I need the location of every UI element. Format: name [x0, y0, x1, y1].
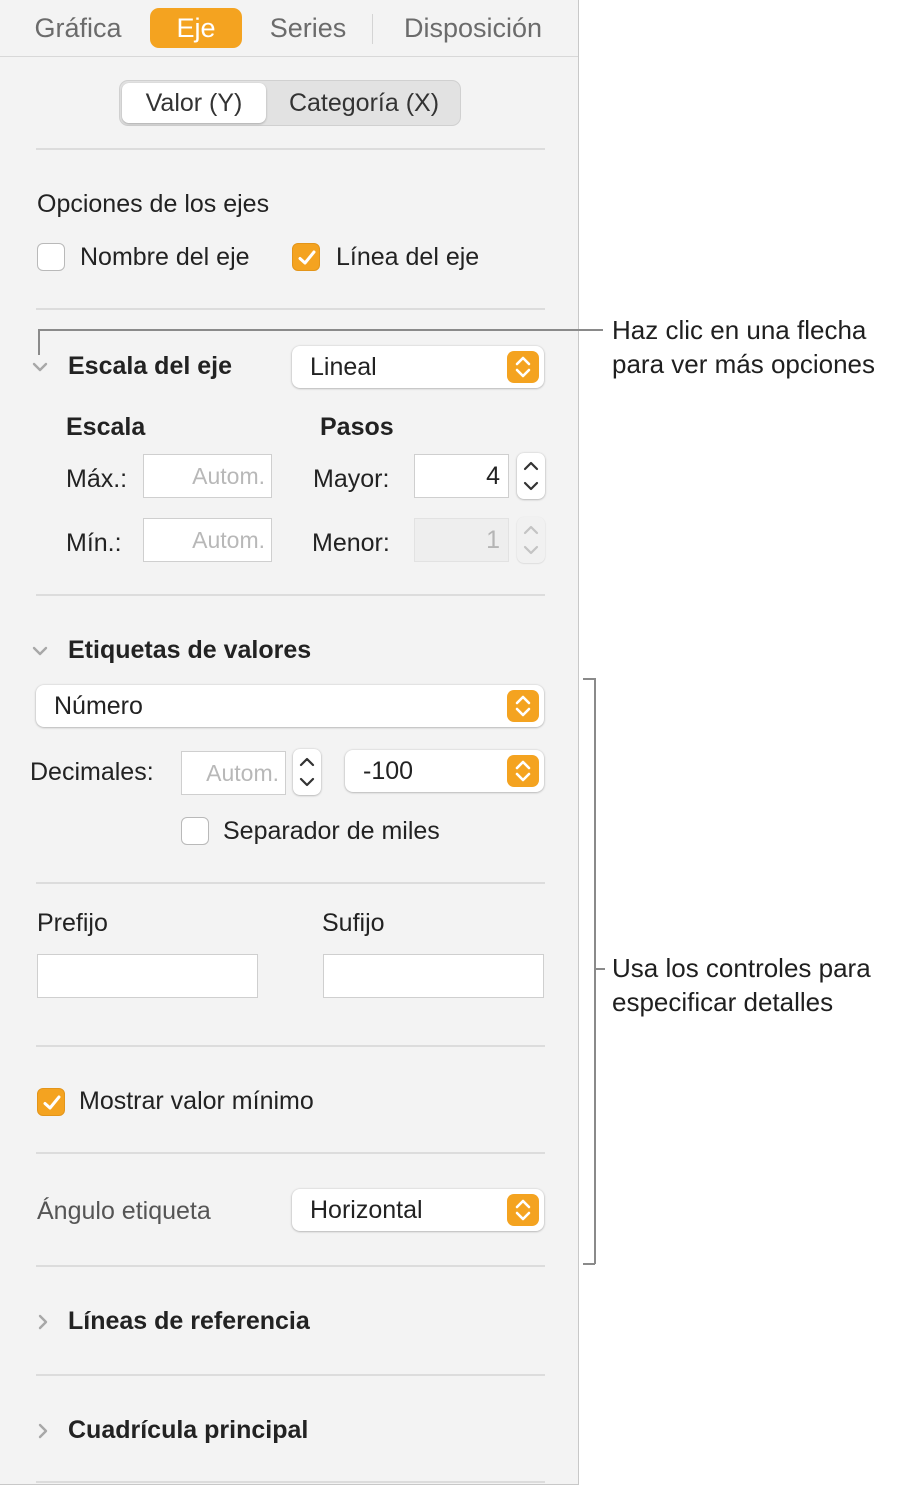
label-angle-popup[interactable]: Horizontal [292, 1189, 544, 1231]
major-label: Mayor: [313, 465, 390, 493]
show-minimum-label: Mostrar valor mínimo [79, 1087, 314, 1115]
min-label: Mín.: [66, 529, 122, 557]
checkmark-icon [43, 1095, 61, 1110]
decimals-input[interactable]: Autom. [181, 751, 286, 795]
suffix-input[interactable] [323, 954, 544, 998]
number-format-value: Número [54, 692, 143, 720]
divider [36, 148, 545, 150]
callout-leader-line [38, 329, 40, 355]
tab-series[interactable]: Series [258, 8, 358, 48]
tab-bar-divider [0, 56, 578, 57]
popup-arrows-icon [507, 1194, 539, 1226]
segment-value-y[interactable]: Valor (Y) [122, 83, 266, 123]
stepper-arrows-icon [523, 525, 539, 555]
tab-grafica[interactable]: Gráfica [22, 8, 134, 48]
prefix-input[interactable] [37, 954, 258, 998]
format-inspector-panel: Gráfica Eje Series Disposición Valor (Y)… [0, 0, 579, 1485]
divider [36, 1045, 545, 1047]
decimals-stepper[interactable] [293, 749, 321, 795]
axis-line-checkbox[interactable] [292, 243, 320, 271]
major-steps-input[interactable]: 4 [414, 454, 509, 498]
suffix-label: Sufijo [322, 909, 385, 937]
divider [36, 882, 545, 884]
label-angle-value: Horizontal [310, 1196, 423, 1224]
min-input[interactable]: Autom. [143, 518, 272, 562]
callout-arrow-text-line2: para ver más opciones [612, 349, 876, 379]
axis-options-heading: Opciones de los ejes [37, 190, 270, 218]
divider [36, 1265, 545, 1267]
major-grid-heading[interactable]: Cuadrícula principal [68, 1416, 308, 1445]
value-labels-heading: Etiquetas de valores [68, 636, 312, 664]
minor-label: Menor: [312, 529, 390, 557]
disclosure-chevron-down-icon[interactable] [31, 360, 49, 374]
popup-arrows-icon [507, 351, 539, 383]
callout-controls-text-line1: Usa los controles para [612, 953, 871, 983]
divider [36, 1374, 545, 1376]
tab-eje[interactable]: Eje [150, 8, 242, 48]
reference-lines-heading[interactable]: Líneas de referencia [68, 1307, 310, 1336]
callout-bracket [583, 1263, 595, 1265]
number-format-popup[interactable]: Número [36, 685, 544, 727]
label-angle-label: Ángulo etiqueta [37, 1197, 211, 1225]
popup-arrows-icon [507, 755, 539, 787]
callout-controls-text-line2: especificar detalles [612, 987, 834, 1017]
disclosure-chevron-right-icon[interactable] [36, 1313, 50, 1331]
callout-arrow-text-line1: Haz clic en una flecha [612, 315, 867, 345]
scale-subheading: Escala [66, 413, 146, 441]
stepper-arrows-icon [523, 461, 539, 491]
minor-steps-stepper[interactable] [517, 517, 545, 563]
callout-bracket [594, 678, 596, 1264]
show-minimum-checkbox[interactable] [37, 1088, 65, 1116]
divider [36, 594, 545, 596]
disclosure-chevron-down-icon[interactable] [31, 644, 49, 658]
callout-bracket-tick [595, 968, 605, 970]
scale-type-popup[interactable]: Lineal [292, 346, 544, 388]
callout-leader-line [38, 329, 603, 331]
axis-name-checkbox[interactable] [37, 243, 65, 271]
axis-line-label: Línea del eje [336, 243, 480, 271]
axis-scale-heading: Escala del eje [68, 352, 233, 380]
checkmark-icon [298, 250, 316, 265]
steps-subheading: Pasos [320, 413, 394, 441]
thousands-separator-label: Separador de miles [223, 817, 440, 845]
decimals-label: Decimales: [30, 758, 154, 786]
tab-disposicion[interactable]: Disposición [388, 8, 558, 48]
divider [36, 1481, 545, 1483]
stepper-arrows-icon [299, 757, 315, 787]
divider [36, 308, 545, 310]
negative-format-value: -100 [363, 757, 414, 785]
tab-divider [372, 14, 373, 44]
axis-segmented-control: Valor (Y) Categoría (X) [119, 80, 461, 126]
prefix-label: Prefijo [37, 909, 108, 937]
segment-category-x[interactable]: Categoría (X) [270, 83, 458, 123]
major-steps-stepper[interactable] [517, 453, 545, 499]
max-label: Máx.: [66, 465, 128, 493]
popup-arrows-icon [507, 690, 539, 722]
thousands-separator-checkbox[interactable] [181, 817, 209, 845]
minor-steps-input[interactable]: 1 [414, 518, 509, 562]
max-input[interactable]: Autom. [143, 454, 272, 498]
disclosure-chevron-right-icon[interactable] [36, 1422, 50, 1440]
divider [36, 1152, 545, 1154]
negative-format-popup[interactable]: -100 [345, 750, 544, 792]
scale-type-value: Lineal [310, 353, 377, 381]
axis-name-label: Nombre del eje [80, 243, 250, 271]
